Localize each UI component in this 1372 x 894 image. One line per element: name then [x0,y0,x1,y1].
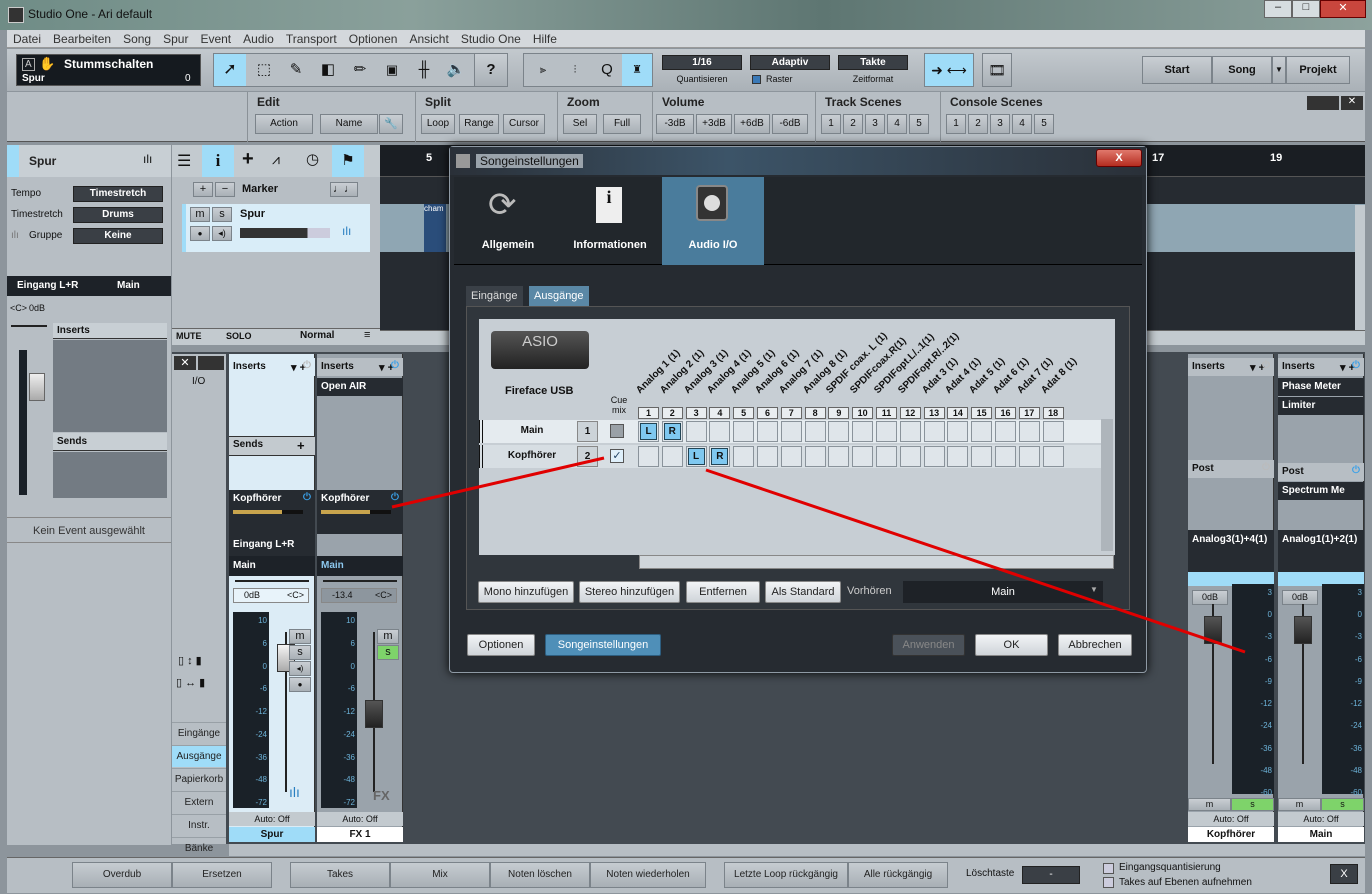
annotation-arrow-line [705,468,1246,654]
annotation-arrow-line [391,456,605,509]
annotation-arrows [391,456,1246,654]
